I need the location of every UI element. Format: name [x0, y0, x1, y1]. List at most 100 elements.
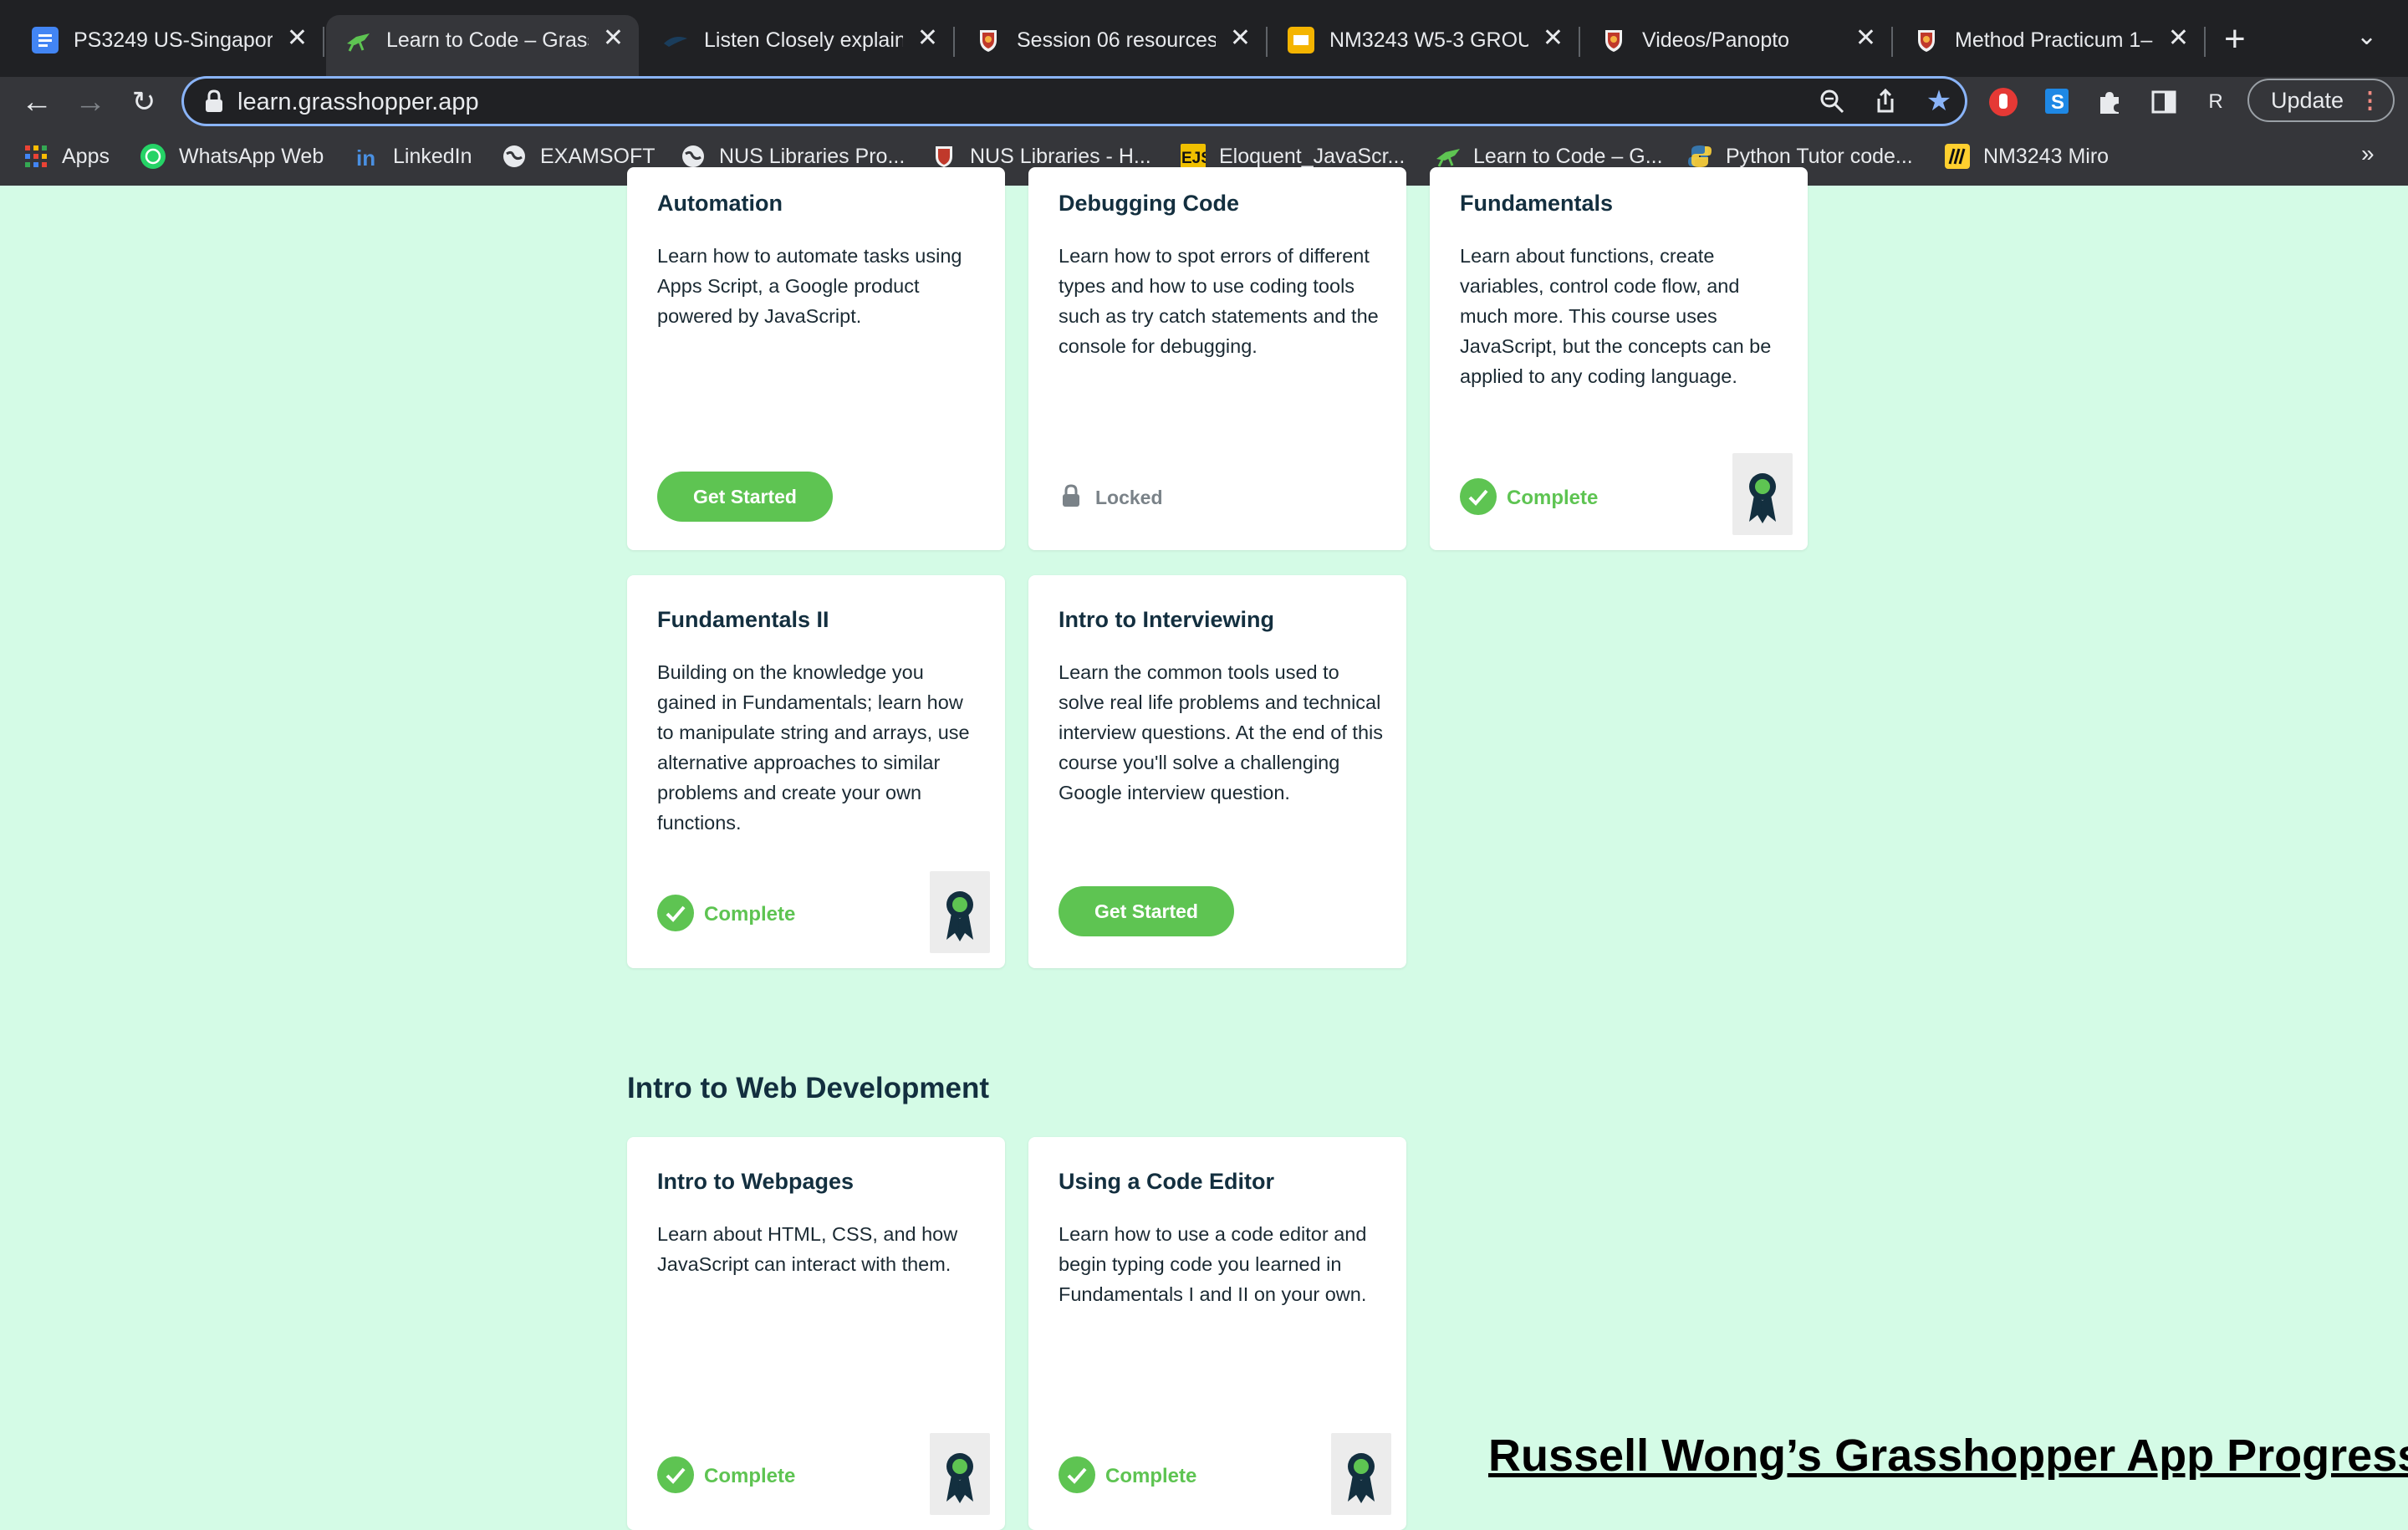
course-card-debugging-code[interactable]: Debugging Code Learn how to spot errors … [1028, 167, 1406, 550]
bookmark-star-icon[interactable]: ★ [1925, 87, 1953, 115]
more-menu-icon[interactable]: ⋮ [2359, 80, 2381, 120]
browser-chrome: PS3249 US-Singapore ✕ Learn to Code – Gr… [0, 0, 2408, 186]
course-description: Learn how to spot errors of different ty… [1059, 245, 1379, 357]
extensions-puzzle-icon[interactable] [2094, 85, 2127, 119]
ribbon-badge-icon[interactable] [1732, 453, 1793, 535]
google-slides-icon [1288, 27, 1314, 54]
ribbon-badge-icon[interactable] [1331, 1433, 1391, 1515]
bookmark-label: NUS Libraries Pro... [719, 145, 906, 168]
nus-crest-icon [931, 144, 957, 169]
reload-icon[interactable]: ↻ [125, 84, 162, 120]
hand-extension-icon[interactable] [1987, 85, 2020, 119]
globe-icon [681, 144, 706, 169]
address-bar[interactable]: learn.grasshopper.app ★ [184, 79, 1965, 124]
profile-avatar[interactable]: R [2199, 85, 2232, 119]
course-description: Learn how to automate tasks using Apps S… [657, 245, 962, 327]
bookmarks-overflow-icon[interactable]: » [2361, 140, 2375, 167]
close-icon[interactable]: ✕ [917, 25, 938, 52]
complete-label: Complete [1105, 1465, 1197, 1487]
bookmark-label: NM3243 Miro [1983, 145, 2110, 168]
ribbon-badge-icon[interactable] [930, 1433, 990, 1515]
tab-panopto[interactable]: Videos/Panopto ✕ [1582, 15, 1893, 67]
course-title: Intro to Webpages [657, 1169, 855, 1194]
check-icon [657, 1456, 694, 1493]
course-description: Building on the knowledge you gained in … [657, 661, 970, 834]
course-description: Learn about HTML, CSS, and how JavaScrip… [657, 1223, 958, 1275]
share-icon[interactable] [1871, 87, 1900, 115]
bookmark-label: Apps [62, 145, 110, 168]
course-card-fundamentals[interactable]: Fundamentals Learn about functions, crea… [1430, 167, 1808, 550]
complete-label: Complete [1507, 487, 1599, 509]
tab-search-chevron-icon[interactable]: ⌄ [2356, 22, 2377, 51]
course-title: Automation [657, 191, 783, 216]
tab-title: Listen Closely explained [704, 28, 903, 52]
tab-grasshopper[interactable]: Learn to Code – Grasshopper ✕ [326, 15, 639, 77]
tab-title: Learn to Code – Grasshopper [386, 28, 589, 52]
tab-title: Method Practicum 1– [1955, 28, 2153, 52]
course-card-fundamentals-ii[interactable]: Fundamentals II Building on the knowledg… [627, 575, 1005, 968]
check-icon [657, 895, 694, 931]
course-description: Learn the common tools used to solve rea… [1059, 661, 1383, 803]
get-started-button[interactable]: Get Started [1059, 886, 1234, 936]
course-title: Fundamentals [1460, 191, 1614, 216]
tab-separator [953, 27, 955, 57]
back-icon[interactable]: ← [18, 84, 55, 120]
close-icon[interactable]: ✕ [1543, 25, 1564, 52]
get-started-button[interactable]: Get Started [657, 472, 833, 522]
check-icon [1460, 478, 1497, 515]
course-card-automation[interactable]: Automation Learn how to automate tasks u… [627, 167, 1005, 550]
tab-separator [1579, 27, 1580, 57]
course-title: Intro to Interviewing [1059, 607, 1275, 632]
close-icon[interactable]: ✕ [1230, 25, 1251, 52]
globe-icon [502, 144, 527, 169]
new-tab-button[interactable]: + [2224, 18, 2246, 60]
zoom-icon[interactable] [1818, 87, 1846, 115]
close-icon[interactable]: ✕ [1855, 25, 1876, 52]
course-card-using-a-code-editor[interactable]: Using a Code Editor Learn how to use a c… [1028, 1137, 1406, 1530]
course-description: Learn how to use a code editor and begin… [1059, 1223, 1367, 1305]
update-button[interactable]: Update ⋮ [2247, 79, 2395, 122]
tab-nm3243[interactable]: NM3243 W5-3 GROUP ✕ [1269, 15, 1580, 67]
tab-listen-closely[interactable]: Listen Closely explained ✕ [644, 15, 955, 67]
locked-label: Locked [1095, 487, 1163, 508]
google-docs-icon [32, 27, 59, 54]
tab-session-06[interactable]: Session 06 resources ✕ [957, 15, 1268, 67]
miro-icon [1945, 144, 1970, 169]
ribbon-badge-icon[interactable] [930, 871, 990, 953]
nus-crest-icon [1913, 27, 1940, 54]
tab-separator [1891, 27, 1893, 57]
tab-title: NM3243 W5-3 GROUP [1329, 28, 1528, 52]
bookmark-label: Python Tutor code... [1726, 145, 1913, 168]
tab-method-practicum[interactable]: Method Practicum 1– ✕ [1895, 15, 2206, 67]
url-text[interactable]: learn.grasshopper.app [237, 89, 479, 116]
close-icon[interactable]: ✕ [287, 25, 308, 52]
toolbar: ← → ↻ learn.grasshopper.app ★ S R Update… [0, 77, 2408, 125]
linkedin-icon: in [355, 144, 380, 171]
course-description: Learn about functions, create variables,… [1460, 245, 1772, 387]
grasshopper-icon [344, 27, 371, 54]
close-icon[interactable]: ✕ [2168, 25, 2189, 52]
lock-icon [1063, 484, 1079, 507]
course-card-intro-to-webpages[interactable]: Intro to Webpages Learn about HTML, CSS,… [627, 1137, 1005, 1530]
apps-grid-icon [23, 144, 48, 169]
bookmark-label: EXAMSOFT [540, 145, 656, 168]
svg-text:EJS: EJS [1181, 150, 1206, 167]
bookmark-label: LinkedIn [393, 145, 472, 168]
course-title: Fundamentals II [657, 607, 829, 632]
lock-icon[interactable] [202, 89, 226, 114]
tab-strip: PS3249 US-Singapore ✕ Learn to Code – Gr… [0, 0, 2408, 77]
nus-crest-icon [975, 27, 1002, 54]
s-extension-icon[interactable]: S [2040, 85, 2074, 119]
side-panel-icon[interactable] [2147, 85, 2181, 119]
forward-icon[interactable]: → [72, 84, 109, 120]
course-title: Using a Code Editor [1059, 1169, 1275, 1194]
complete-label: Complete [704, 1465, 796, 1487]
close-icon[interactable]: ✕ [603, 25, 624, 52]
bookmark-label: Learn to Code – G... [1473, 145, 1663, 168]
complete-label: Complete [704, 903, 796, 926]
progress-caption: Russell Wong’s Grasshopper App Progress! [1488, 1431, 2408, 1481]
tab-ps3249[interactable]: PS3249 US-Singapore ✕ [13, 15, 324, 67]
course-title: Debugging Code [1059, 191, 1239, 216]
course-card-intro-to-interviewing[interactable]: Intro to Interviewing Learn the common t… [1028, 575, 1406, 968]
tab-separator [323, 27, 324, 57]
